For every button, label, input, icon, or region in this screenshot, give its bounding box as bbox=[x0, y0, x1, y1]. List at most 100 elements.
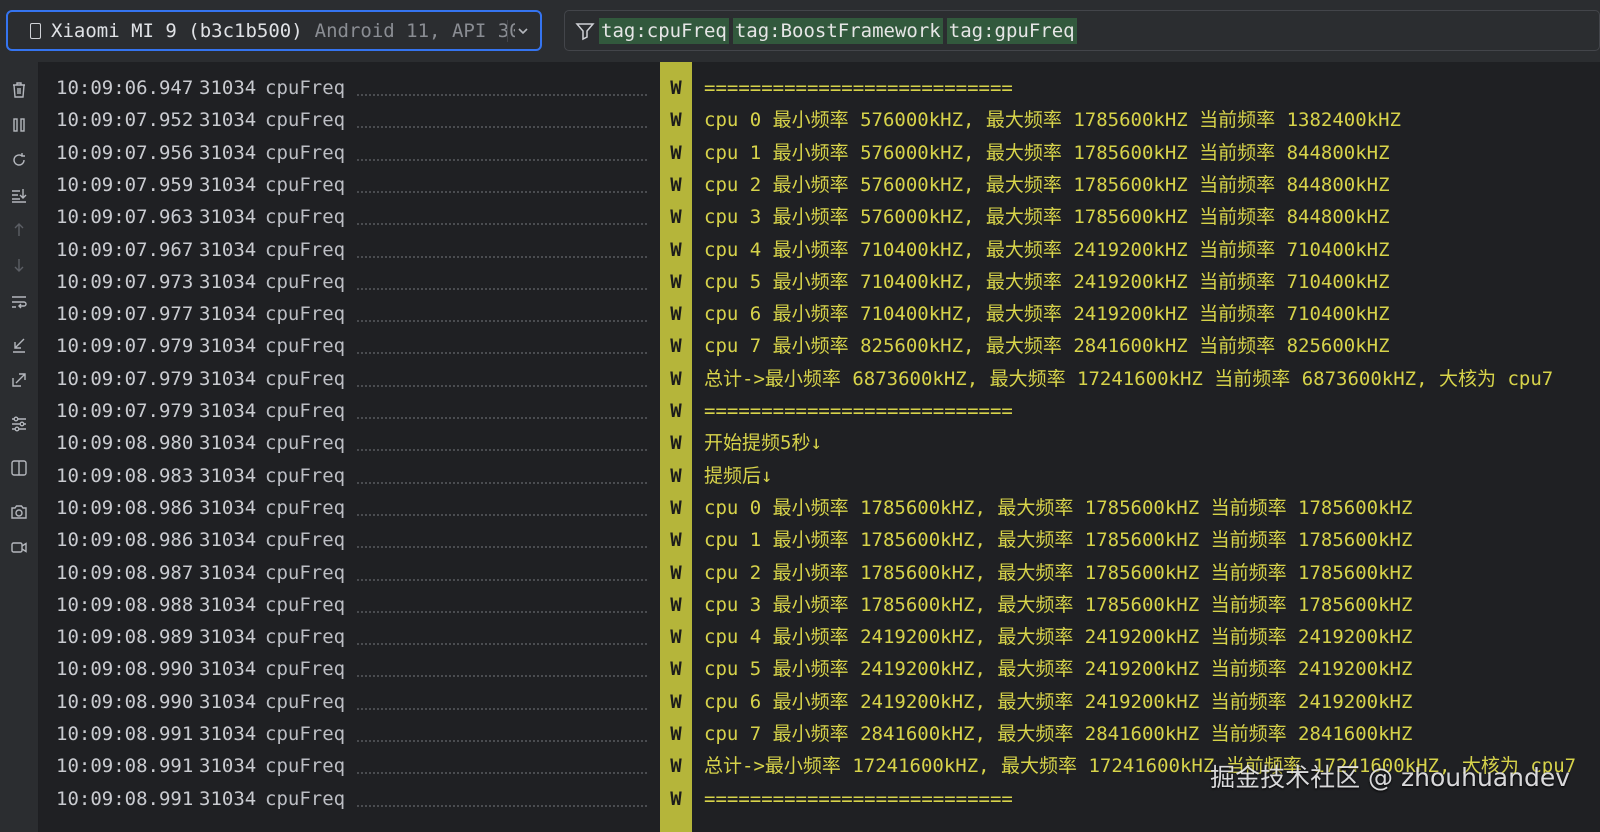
log-timestamp: 10:09:08.991 bbox=[56, 755, 194, 778]
pause-icon[interactable] bbox=[7, 113, 31, 137]
dotted-leader bbox=[357, 158, 647, 161]
log-level: W bbox=[670, 658, 682, 681]
log-timestamp: 10:09:08.987 bbox=[56, 561, 194, 584]
log-row[interactable]: 10:09:07.979 31034 cpuFreq W 总计->最小频率 687360… bbox=[39, 363, 1600, 396]
log-pid: 31034 bbox=[199, 303, 257, 326]
log-tag: cpuFreq bbox=[265, 529, 346, 552]
chevron-down-icon[interactable] bbox=[507, 20, 534, 42]
scroll-to-end-icon[interactable] bbox=[7, 183, 31, 207]
device-selector[interactable]: Xiaomi MI 9 (b3c1b500) Android 11, API 3… bbox=[6, 10, 542, 51]
log-level: W bbox=[670, 173, 682, 196]
log-level: W bbox=[670, 561, 682, 584]
watermark: 掘金技术社区 @ zhouhuandev bbox=[1210, 763, 1570, 792]
filter-chip-gpufreq[interactable]: tag:gpuFreq bbox=[946, 17, 1077, 44]
log-message: =========================== bbox=[704, 787, 1013, 810]
soft-wrap-icon[interactable] bbox=[7, 290, 31, 314]
log-level: W bbox=[670, 432, 682, 455]
log-message: cpu 0 最小频率 1785600kHZ, 最大频率 1785600kHZ 当… bbox=[704, 496, 1413, 519]
trash-icon[interactable] bbox=[7, 78, 31, 102]
log-message: cpu 6 最小频率 2419200kHZ, 最大频率 2419200kHZ 当… bbox=[704, 690, 1413, 713]
log-level: W bbox=[670, 400, 682, 422]
settings-icon[interactable] bbox=[7, 412, 31, 436]
log-row[interactable]: 10:09:07.959 31034 cpuFreq Wcpu 2 最小频率 5760… bbox=[39, 169, 1600, 202]
log-row[interactable]: 10:09:07.952 31034 cpuFreq Wcpu 0 最小频率 5760… bbox=[39, 104, 1600, 137]
log-tag: cpuFreq bbox=[265, 206, 346, 229]
restart-icon[interactable] bbox=[7, 148, 31, 172]
dotted-leader bbox=[357, 255, 647, 258]
log-row[interactable]: 10:09:08.988 31034 cpuFreq Wcpu 3 最小频率 1785… bbox=[39, 589, 1600, 622]
logcat-output[interactable]: 10:09:06.947 31034 cpuFreq W ===============… bbox=[39, 62, 1600, 832]
log-row[interactable]: 10:09:08.989 31034 cpuFreq Wcpu 4 最小频率 2419… bbox=[39, 621, 1600, 654]
log-pid: 31034 bbox=[199, 206, 257, 229]
filter-chip-boostframework[interactable]: tag:BoostFramework bbox=[732, 17, 943, 44]
log-level: W bbox=[670, 496, 682, 519]
up-arrow-icon[interactable] bbox=[7, 218, 31, 242]
log-row[interactable]: 10:09:06.947 31034 cpuFreq W ===============… bbox=[39, 72, 1600, 105]
log-row[interactable]: 10:09:08.990 31034 cpuFreq Wcpu 5 最小频率 2419… bbox=[39, 653, 1600, 686]
log-timestamp: 10:09:07.979 bbox=[56, 335, 194, 358]
log-timestamp: 10:09:07.977 bbox=[56, 303, 194, 326]
dotted-leader bbox=[357, 449, 647, 452]
log-row[interactable]: 10:09:08.987 31034 cpuFreq Wcpu 2 最小频率 1785… bbox=[39, 557, 1600, 590]
dotted-leader bbox=[357, 352, 647, 355]
log-row[interactable]: 10:09:08.990 31034 cpuFreq Wcpu 6 最小频率 2419… bbox=[39, 686, 1600, 719]
logcat-toolbar bbox=[0, 62, 39, 832]
log-timestamp: 10:09:08.990 bbox=[56, 690, 194, 713]
log-row[interactable]: 10:09:08.980 31034 cpuFreq W 开始提频5秒↓ bbox=[39, 427, 1600, 460]
log-message: cpu 0 最小频率 576000kHZ, 最大频率 1785600kHZ 当前… bbox=[704, 109, 1401, 132]
log-level: W bbox=[670, 626, 682, 649]
collapse-icon[interactable] bbox=[7, 333, 31, 357]
log-pid: 31034 bbox=[199, 755, 257, 778]
log-pid: 31034 bbox=[199, 335, 257, 358]
log-pid: 31034 bbox=[199, 77, 257, 99]
log-message: 提频后↓ bbox=[704, 464, 773, 487]
log-message: =========================== bbox=[704, 77, 1013, 99]
log-row[interactable]: 10:09:08.986 31034 cpuFreq Wcpu 1 最小频率 1785… bbox=[39, 524, 1600, 557]
log-row[interactable]: 10:09:07.977 31034 cpuFreq Wcpu 6 最小频率 7104… bbox=[39, 298, 1600, 331]
log-tag: cpuFreq bbox=[265, 723, 346, 745]
log-tag: cpuFreq bbox=[265, 593, 346, 616]
log-pid: 31034 bbox=[199, 658, 257, 681]
log-message: cpu 7 最小频率 2841600kHZ, 最大频率 2841600kHZ 当… bbox=[704, 723, 1413, 745]
log-level: W bbox=[670, 464, 682, 487]
log-row[interactable]: 10:09:08.991 31034 cpuFreq Wcpu 7 最小频率 2841… bbox=[39, 718, 1600, 751]
dotted-leader bbox=[357, 513, 647, 516]
log-level: W bbox=[670, 529, 682, 552]
log-row[interactable]: 10:09:07.967 31034 cpuFreq Wcpu 4 最小频率 7104… bbox=[39, 234, 1600, 267]
screenshot-icon[interactable] bbox=[7, 500, 31, 524]
log-timestamp: 10:09:08.990 bbox=[56, 658, 194, 681]
device-name: Xiaomi MI 9 (b3c1b500) bbox=[51, 19, 303, 42]
dotted-leader bbox=[357, 546, 647, 549]
log-tag: cpuFreq bbox=[265, 787, 346, 810]
log-message: cpu 4 最小频率 2419200kHZ, 最大频率 2419200kHZ 当… bbox=[704, 626, 1413, 649]
dotted-leader bbox=[357, 223, 647, 226]
log-timestamp: 10:09:08.980 bbox=[56, 432, 194, 455]
split-view-icon[interactable] bbox=[7, 456, 31, 480]
filter-chip-cpufreq[interactable]: tag:cpuFreq bbox=[599, 17, 729, 44]
log-message: 开始提频5秒↓ bbox=[704, 432, 822, 455]
log-timestamp: 10:09:07.967 bbox=[56, 238, 194, 261]
expand-icon[interactable] bbox=[7, 368, 31, 392]
dotted-leader bbox=[357, 320, 647, 323]
log-row[interactable]: 10:09:07.973 31034 cpuFreq Wcpu 5 最小频率 7104… bbox=[39, 266, 1600, 299]
log-row[interactable]: 10:09:07.979 31034 cpuFreq W ===============… bbox=[39, 395, 1600, 428]
log-row[interactable]: 10:09:07.963 31034 cpuFreq Wcpu 3 最小频率 5760… bbox=[39, 201, 1600, 234]
log-row[interactable]: 10:09:07.979 31034 cpuFreq Wcpu 7 最小频率 8256… bbox=[39, 330, 1600, 363]
down-arrow-icon[interactable] bbox=[7, 253, 31, 277]
filter-icon bbox=[575, 21, 595, 41]
log-pid: 31034 bbox=[199, 109, 257, 132]
dotted-leader bbox=[357, 707, 647, 710]
phone-icon bbox=[30, 22, 41, 39]
log-row[interactable]: 10:09:07.956 31034 cpuFreq Wcpu 1 最小频率 5760… bbox=[39, 137, 1600, 170]
log-row[interactable]: 10:09:08.986 31034 cpuFreq Wcpu 0 最小频率 1785… bbox=[39, 492, 1600, 525]
log-tag: cpuFreq bbox=[265, 270, 346, 293]
log-timestamp: 10:09:07.979 bbox=[56, 400, 194, 422]
screen-record-icon[interactable] bbox=[7, 535, 31, 559]
log-tag: cpuFreq bbox=[265, 335, 346, 358]
log-message: cpu 3 最小频率 576000kHZ, 最大频率 1785600kHZ 当前… bbox=[704, 206, 1390, 229]
dotted-leader bbox=[357, 287, 647, 290]
log-timestamp: 10:09:07.956 bbox=[56, 141, 194, 164]
log-message: cpu 5 最小频率 2419200kHZ, 最大频率 2419200kHZ 当… bbox=[704, 658, 1413, 681]
log-row[interactable]: 10:09:08.983 31034 cpuFreq W 提频后↓ bbox=[39, 460, 1600, 493]
filter-input[interactable]: tag:cpuFreq tag:BoostFramework tag:gpuFr… bbox=[564, 10, 1600, 51]
